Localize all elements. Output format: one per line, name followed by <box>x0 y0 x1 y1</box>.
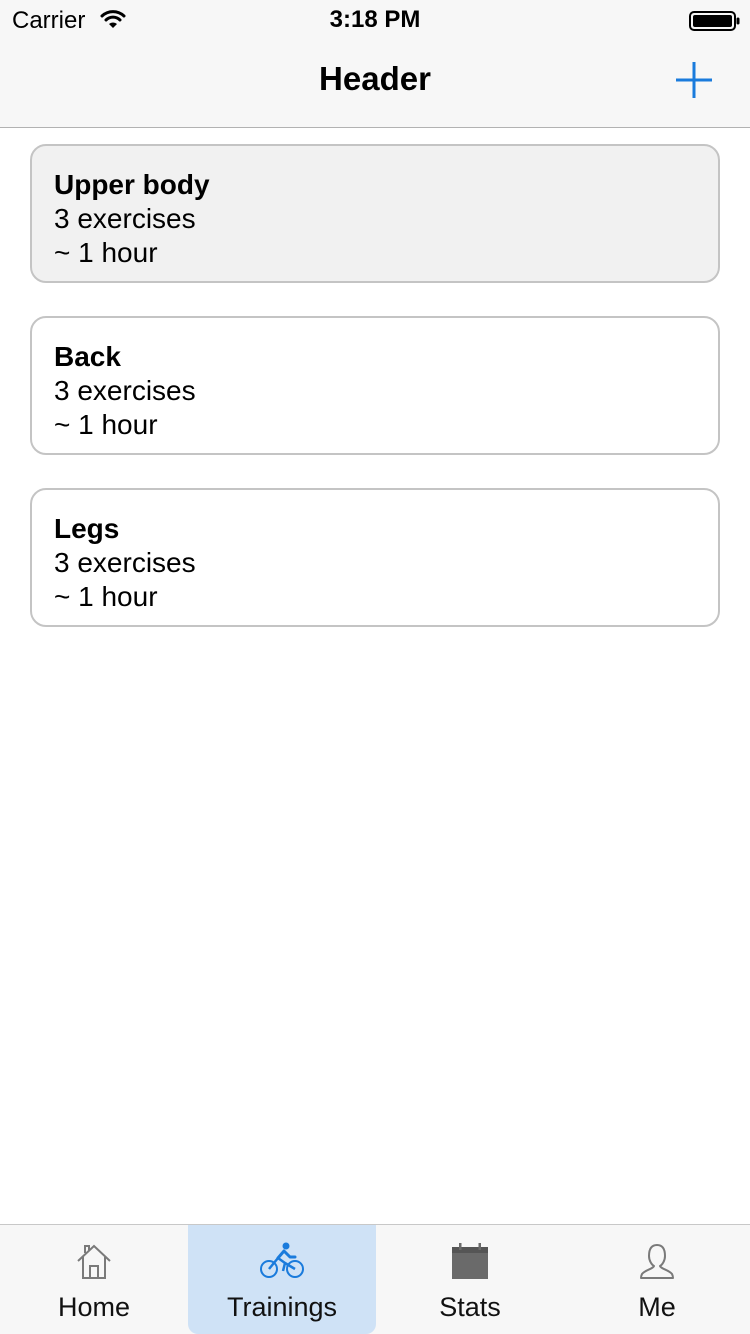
add-training-button[interactable] <box>670 56 718 104</box>
status-bar: Carrier 3:18 PM <box>0 0 750 40</box>
bicycle-icon <box>188 1241 376 1285</box>
nav-bar: Header <box>0 40 750 128</box>
status-time: 3:18 PM <box>329 6 421 33</box>
tab-home[interactable]: Home <box>0 1225 188 1334</box>
tab-me[interactable]: Me <box>564 1225 750 1334</box>
training-duration: ~ 1 hour <box>54 237 158 268</box>
tab-label: Stats <box>439 1292 501 1322</box>
training-duration: ~ 1 hour <box>54 409 158 440</box>
tab-label: Trainings <box>226 1292 338 1322</box>
training-card-upper-body[interactable]: Upper body 3 exercises ~ 1 hour <box>30 144 720 283</box>
tab-label: Home <box>57 1292 131 1322</box>
training-exercises: 3 exercises <box>54 547 196 578</box>
training-exercises: 3 exercises <box>54 375 196 406</box>
page-title: Header <box>319 60 431 97</box>
tab-bar: Home Trainings Stats Me <box>0 1224 750 1334</box>
tab-trainings[interactable]: Trainings <box>188 1225 376 1334</box>
training-card-legs[interactable]: Legs 3 exercises ~ 1 hour <box>30 488 720 627</box>
training-duration: ~ 1 hour <box>54 581 158 612</box>
training-card-back[interactable]: Back 3 exercises ~ 1 hour <box>30 316 720 455</box>
home-icon <box>0 1241 188 1285</box>
tab-label: Me <box>638 1292 676 1322</box>
training-title: Back <box>54 341 121 372</box>
training-exercises: 3 exercises <box>54 203 196 234</box>
calendar-icon <box>376 1241 564 1285</box>
training-title: Upper body <box>54 169 210 200</box>
training-title: Legs <box>54 513 120 544</box>
battery-icon <box>689 11 741 36</box>
tab-stats[interactable]: Stats <box>376 1225 564 1334</box>
plus-icon <box>676 62 712 98</box>
user-icon <box>564 1241 750 1285</box>
